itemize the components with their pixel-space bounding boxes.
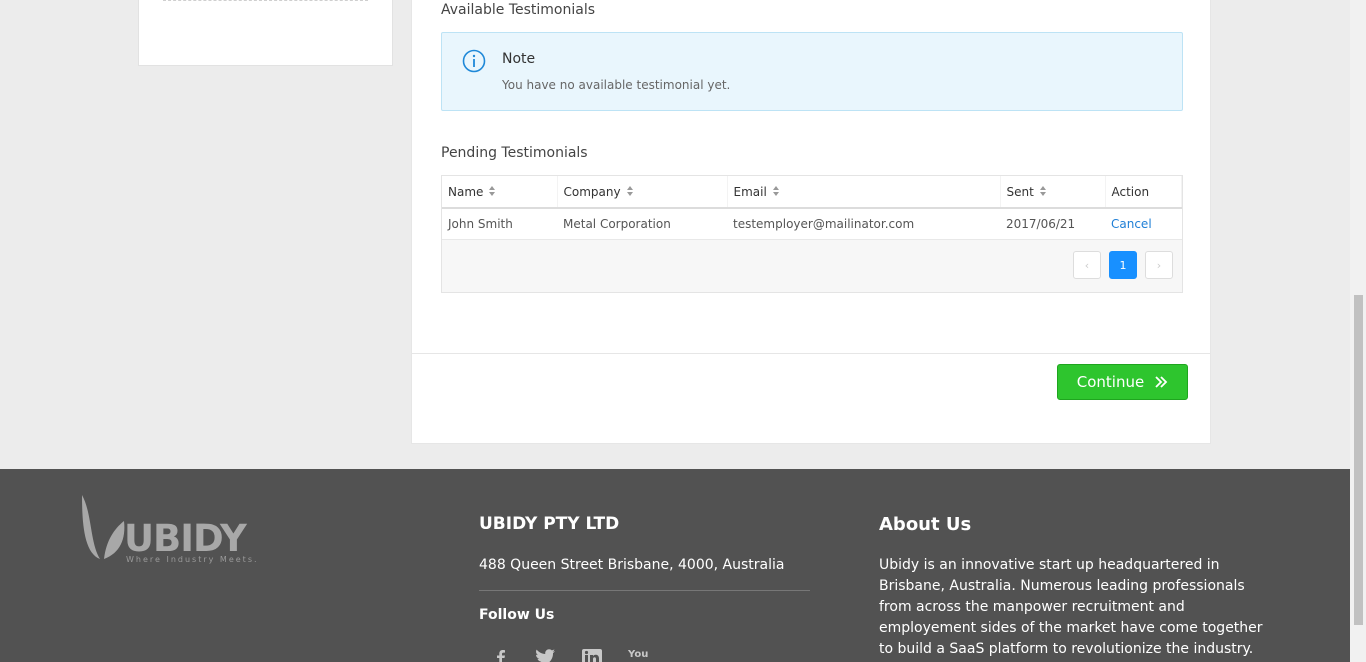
pagination-prev-button[interactable]: ‹	[1073, 251, 1101, 279]
company-address: 488 Queen Street Brisbane, 4000, Austral…	[479, 557, 785, 573]
about-us-heading: About Us	[879, 514, 972, 535]
about-us-text: Ubidy is an innovative start up headquar…	[879, 557, 1263, 657]
card-divider	[412, 353, 1210, 354]
company-name: UBIDY PTY LTD	[479, 514, 620, 534]
double-chevron-right-icon	[1155, 376, 1168, 388]
footer-divider	[479, 590, 810, 591]
pagination: ‹ 1 ›	[1073, 251, 1173, 279]
scrollbar-thumb[interactable]	[1354, 295, 1363, 625]
cell-email: testemployer@mailinator.com	[727, 208, 1000, 240]
continue-label: Continue	[1076, 373, 1145, 391]
follow-us-heading: Follow Us	[479, 607, 555, 623]
column-header-company[interactable]: Company	[557, 176, 728, 209]
footer: UBIDY Where Industry Meets. UBIDY PTY LT…	[0, 469, 1350, 662]
page-scrollbar[interactable]	[1350, 0, 1366, 662]
column-header-action: Action	[1105, 176, 1182, 209]
note-text: You have no available testimonial yet.	[502, 78, 731, 92]
available-testimonials-title: Available Testimonials	[441, 2, 596, 18]
youtube-icon[interactable]: You	[628, 649, 648, 660]
twitter-icon[interactable]	[534, 649, 556, 662]
table-header-row: Name Company Email Sent Action	[442, 176, 1182, 209]
sort-icon[interactable]	[772, 186, 780, 198]
leaf-logo-icon	[82, 495, 125, 559]
facebook-icon[interactable]	[494, 649, 508, 662]
main-card: Available Testimonials Note You have no …	[411, 0, 1211, 444]
info-icon	[462, 49, 486, 73]
column-header-name[interactable]: Name	[442, 176, 558, 209]
social-links: You	[494, 649, 648, 662]
pending-testimonials-title: Pending Testimonials	[441, 145, 588, 161]
cell-company: Metal Corporation	[557, 208, 727, 240]
note-box: Note You have no available testimonial y…	[441, 32, 1183, 111]
continue-button[interactable]: Continue	[1057, 364, 1188, 400]
table-row: John Smith Metal Corporation testemploye…	[442, 208, 1182, 240]
logo-wordmark: UBIDY	[124, 517, 247, 560]
column-header-sent[interactable]: Sent	[1000, 176, 1106, 209]
pagination-next-button[interactable]: ›	[1145, 251, 1173, 279]
cell-action: Cancel	[1105, 208, 1182, 240]
pagination-page-1[interactable]: 1	[1109, 251, 1137, 279]
pending-testimonials-table: Name Company Email Sent Action John Smit…	[441, 175, 1183, 293]
cancel-link[interactable]: Cancel	[1111, 217, 1152, 231]
sort-icon[interactable]	[1039, 186, 1047, 198]
sort-icon[interactable]	[489, 186, 496, 198]
cell-sent: 2017/06/21	[1000, 208, 1105, 240]
cell-name: John Smith	[442, 208, 557, 240]
logo-tagline: Where Industry Meets.	[126, 555, 259, 564]
sidebar-card	[138, 0, 393, 66]
dashed-divider	[163, 0, 368, 1]
column-header-email[interactable]: Email	[727, 176, 1001, 209]
ubidy-logo[interactable]: UBIDY Where Industry Meets.	[80, 493, 257, 565]
linkedin-icon[interactable]	[582, 649, 602, 662]
note-title: Note	[502, 51, 536, 67]
sort-icon[interactable]	[626, 186, 634, 198]
